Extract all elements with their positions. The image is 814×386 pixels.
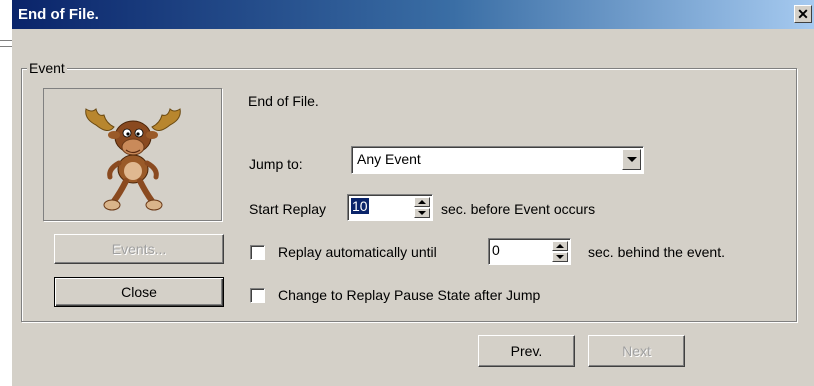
chevron-down-icon[interactable] bbox=[622, 149, 641, 170]
start-replay-spin-buttons[interactable] bbox=[414, 197, 430, 218]
background-window-edge bbox=[0, 0, 12, 386]
window-title: End of File. bbox=[18, 6, 99, 23]
close-button[interactable]: Close bbox=[54, 277, 224, 307]
spin-up-icon[interactable] bbox=[414, 197, 430, 207]
jump-to-selected-value: Any Event bbox=[357, 151, 421, 167]
start-replay-value[interactable]: 10 bbox=[351, 198, 369, 214]
jump-to-combobox[interactable]: Any Event bbox=[351, 146, 644, 174]
replay-until-spin-buttons[interactable] bbox=[552, 241, 568, 262]
background-window-divider bbox=[0, 40, 12, 47]
jump-to-label: Jump to: bbox=[249, 156, 303, 172]
pause-state-label[interactable]: Change to Replay Pause State after Jump bbox=[278, 287, 540, 303]
replay-automatically-label[interactable]: Replay automatically until bbox=[278, 244, 437, 260]
replay-until-suffix: sec. behind the event. bbox=[588, 244, 725, 260]
replay-until-value[interactable]: 0 bbox=[492, 242, 500, 258]
title-bar[interactable]: End of File. ✕ bbox=[12, 0, 814, 29]
pause-state-checkbox[interactable] bbox=[250, 288, 265, 303]
moose-mascot-icon bbox=[85, 108, 181, 211]
spin-down-icon[interactable] bbox=[414, 208, 430, 218]
start-replay-spinner[interactable]: 10 bbox=[347, 194, 433, 221]
event-group-legend: Event bbox=[27, 60, 67, 76]
event-image-frame bbox=[43, 88, 222, 221]
replay-until-spinner[interactable]: 0 bbox=[488, 238, 571, 265]
spin-down-icon[interactable] bbox=[552, 252, 568, 262]
replay-automatically-checkbox[interactable] bbox=[250, 245, 265, 260]
start-replay-suffix: sec. before Event occurs bbox=[441, 201, 596, 217]
events-button[interactable]: Events... bbox=[54, 234, 224, 264]
prev-button[interactable]: Prev. bbox=[478, 335, 575, 367]
close-icon: ✕ bbox=[797, 6, 809, 22]
event-description: End of File. bbox=[248, 93, 319, 109]
close-window-button[interactable]: ✕ bbox=[794, 5, 812, 23]
next-button[interactable]: Next bbox=[588, 335, 685, 367]
spin-up-icon[interactable] bbox=[552, 241, 568, 251]
start-replay-label: Start Replay bbox=[249, 201, 327, 217]
